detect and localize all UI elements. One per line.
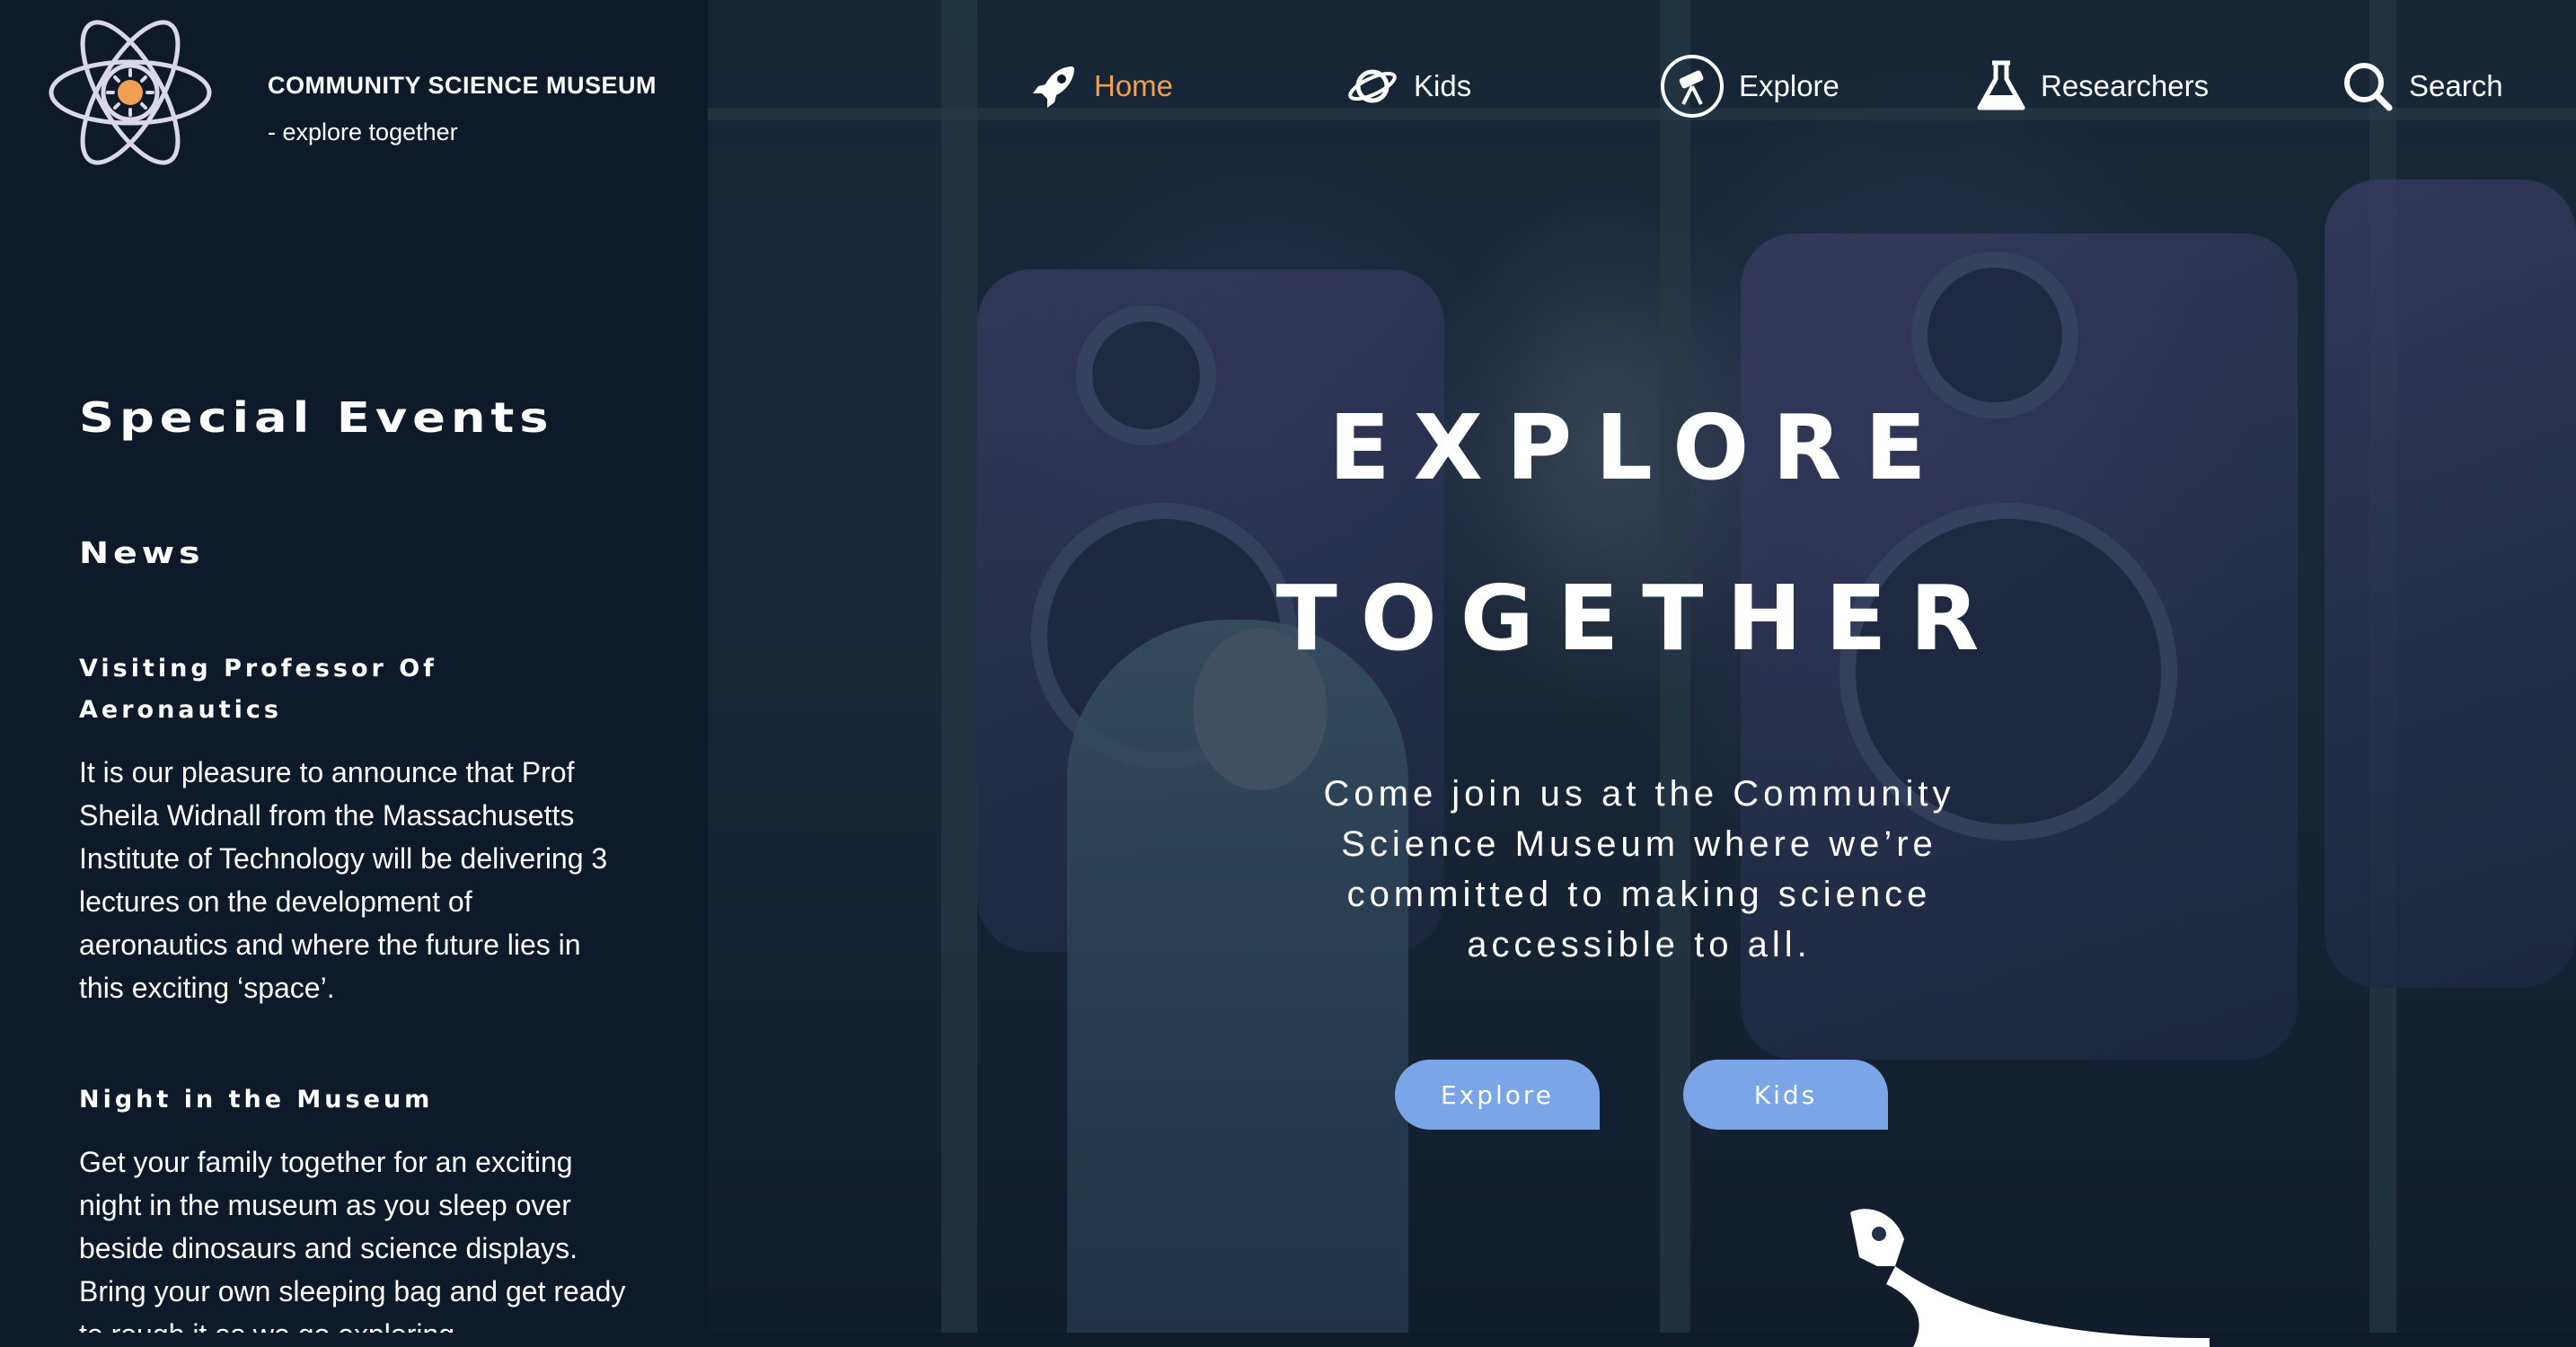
nav-label-researchers: Researchers (2041, 69, 2210, 102)
hero-title-line-1: EXPLORE (1328, 395, 1950, 500)
news-heading: News (79, 535, 205, 570)
news-item: Visiting Professor Of Aeronautics It is … (79, 648, 636, 1009)
news-item-heading[interactable]: Night in the Museum (79, 1079, 555, 1121)
explore-button[interactable]: Explore (1395, 1060, 1600, 1130)
hero-title-line-2: TOGETHER (1275, 566, 2003, 671)
nav-label-home: Home (1094, 69, 1174, 102)
news-item-body: Get your family together for an exciting… (79, 1146, 626, 1333)
main-nav: Home Kids Explore Researchers Search (0, 50, 2576, 122)
nav-item-kids[interactable]: Kids (1345, 50, 1471, 122)
brand-tagline: - explore together (268, 119, 458, 145)
nav-label-kids: Kids (1414, 69, 1472, 102)
flask-icon (1977, 60, 2025, 110)
nav-label-search: Search (2409, 69, 2503, 102)
nav-label-explore: Explore (1739, 69, 1839, 102)
special-events-heading: Special Events (79, 393, 554, 442)
rocket-decoration-icon (1850, 1209, 2210, 1347)
news-item-body: It is our pleasure to announce that Prof… (79, 756, 608, 1004)
planet-icon (1348, 69, 1397, 103)
nav-item-explore[interactable]: Explore (1660, 50, 1839, 122)
nav-item-home[interactable]: Home (1029, 50, 1173, 122)
telescope-icon (1661, 55, 1724, 118)
sidebar: COMMUNITY SCIENCE MUSEUM - explore toget… (0, 0, 708, 1333)
news-item: Night in the Museum Get your family toge… (79, 1079, 636, 1333)
rocket-icon (1033, 66, 1074, 108)
hero-description: Come join us at the Community Science Mu… (1323, 774, 1955, 964)
kids-button[interactable]: Kids (1683, 1060, 1888, 1130)
nav-item-researchers[interactable]: Researchers (1976, 50, 2209, 122)
nav-item-search[interactable]: Search (2341, 50, 2503, 122)
news-item-heading[interactable]: Visiting Professor Of Aeronautics (79, 648, 555, 731)
search-icon (2344, 63, 2393, 111)
